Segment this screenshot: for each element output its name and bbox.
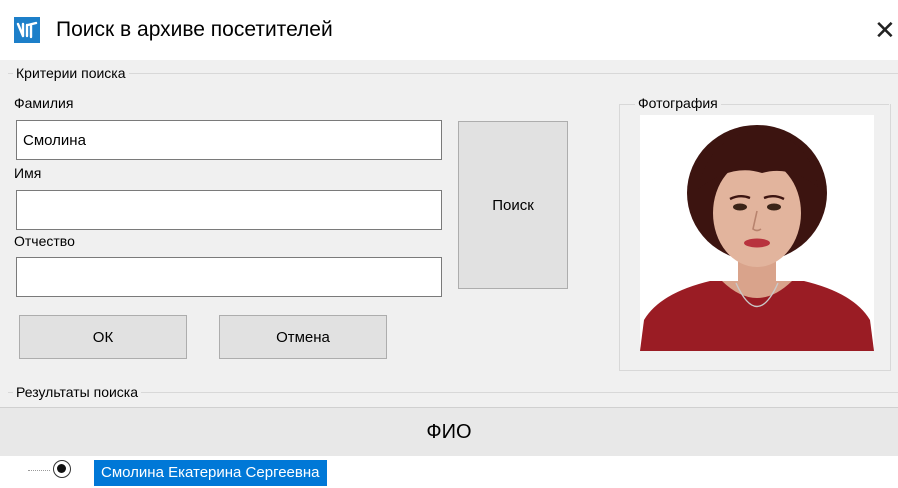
name-label: Имя	[14, 165, 42, 181]
app-logo-icon	[14, 17, 40, 43]
tree-connector	[28, 470, 50, 471]
column-header-fio[interactable]: ФИО	[0, 408, 898, 456]
results-legend: Результаты поиска	[13, 384, 142, 400]
results-group-line	[8, 392, 898, 393]
close-icon[interactable]: ✕	[874, 16, 896, 44]
search-button[interactable]: Поиск	[458, 121, 568, 289]
results-list: Смолина Екатерина Сергеевна	[0, 456, 898, 488]
result-item-selected[interactable]: Смолина Екатерина Сергеевна	[94, 460, 327, 486]
surname-label: Фамилия	[14, 95, 74, 111]
window-title: Поиск в архиве посетителей	[56, 18, 333, 41]
visitor-photo	[640, 115, 874, 351]
criteria-legend: Критерии поиска	[13, 65, 129, 81]
patronymic-label: Отчество	[14, 233, 75, 249]
criteria-group-line	[8, 73, 898, 74]
title-bar: Поиск в архиве посетителей ✕	[0, 0, 898, 60]
photo-legend: Фотография	[635, 95, 721, 111]
results-table-header: ФИО	[0, 407, 898, 457]
surname-field[interactable]	[16, 120, 442, 160]
cancel-button[interactable]: Отмена	[219, 315, 387, 359]
result-radio-button[interactable]	[53, 460, 71, 478]
patronymic-field[interactable]	[16, 257, 442, 297]
name-field[interactable]	[16, 190, 442, 230]
ok-button[interactable]: ОК	[19, 315, 187, 359]
